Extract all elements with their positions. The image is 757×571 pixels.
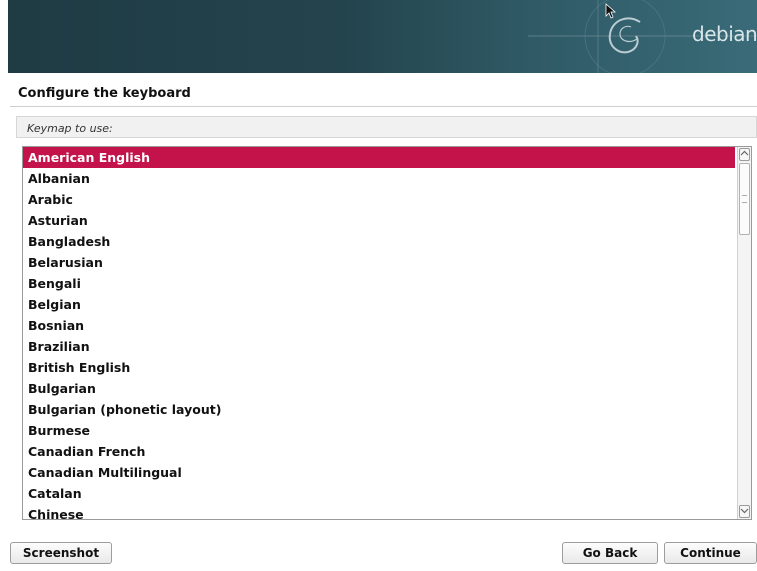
keymap-item[interactable]: Belarusian: [23, 252, 735, 273]
installer-banner: debian8: [8, 0, 757, 73]
keymap-item[interactable]: Brazilian: [23, 336, 735, 357]
keymap-item[interactable]: Arabic: [23, 189, 735, 210]
keymap-item[interactable]: Burmese: [23, 420, 735, 441]
scroll-up-button[interactable]: [739, 148, 750, 161]
chevron-up-icon: [740, 150, 749, 156]
keymap-list-items: American English Albanian Arabic Asturian Ba…: [23, 147, 735, 519]
keymap-item[interactable]: Catalan: [23, 483, 735, 504]
keymap-item[interactable]: Bulgarian: [23, 378, 735, 399]
chevron-down-icon: [740, 508, 749, 514]
scroll-down-button[interactable]: [739, 505, 750, 518]
debian-logo-text: debian8: [692, 22, 757, 46]
keymap-item[interactable]: Canadian Multilingual: [23, 462, 735, 483]
debian-swirl-icon: [528, 0, 757, 73]
title-divider: [10, 106, 757, 107]
keymap-item[interactable]: Albanian: [23, 168, 735, 189]
keymap-list[interactable]: American English Albanian Arabic Asturian Ba…: [22, 146, 752, 520]
keymap-item[interactable]: Canadian French: [23, 441, 735, 462]
keymap-item[interactable]: Bengali: [23, 273, 735, 294]
mouse-cursor-icon: [605, 3, 617, 19]
keymap-item-selected[interactable]: American English: [23, 147, 735, 168]
keymap-item[interactable]: British English: [23, 357, 735, 378]
go-back-button[interactable]: Go Back: [562, 542, 658, 564]
keymap-item[interactable]: Belgian: [23, 294, 735, 315]
continue-button[interactable]: Continue: [664, 542, 757, 564]
keymap-item[interactable]: Chinese: [23, 504, 735, 519]
scrollbar-thumb[interactable]: [739, 163, 750, 235]
keymap-label: Keymap to use:: [16, 116, 757, 138]
keymap-item[interactable]: Asturian: [23, 210, 735, 231]
grip-icon: [742, 195, 747, 203]
screenshot-button[interactable]: Screenshot: [10, 542, 112, 564]
keymap-item[interactable]: Bangladesh: [23, 231, 735, 252]
page-title: Configure the keyboard: [18, 86, 191, 101]
scrollbar[interactable]: [737, 147, 751, 519]
keymap-item[interactable]: Bosnian: [23, 315, 735, 336]
keymap-item[interactable]: Bulgarian (phonetic layout): [23, 399, 735, 420]
